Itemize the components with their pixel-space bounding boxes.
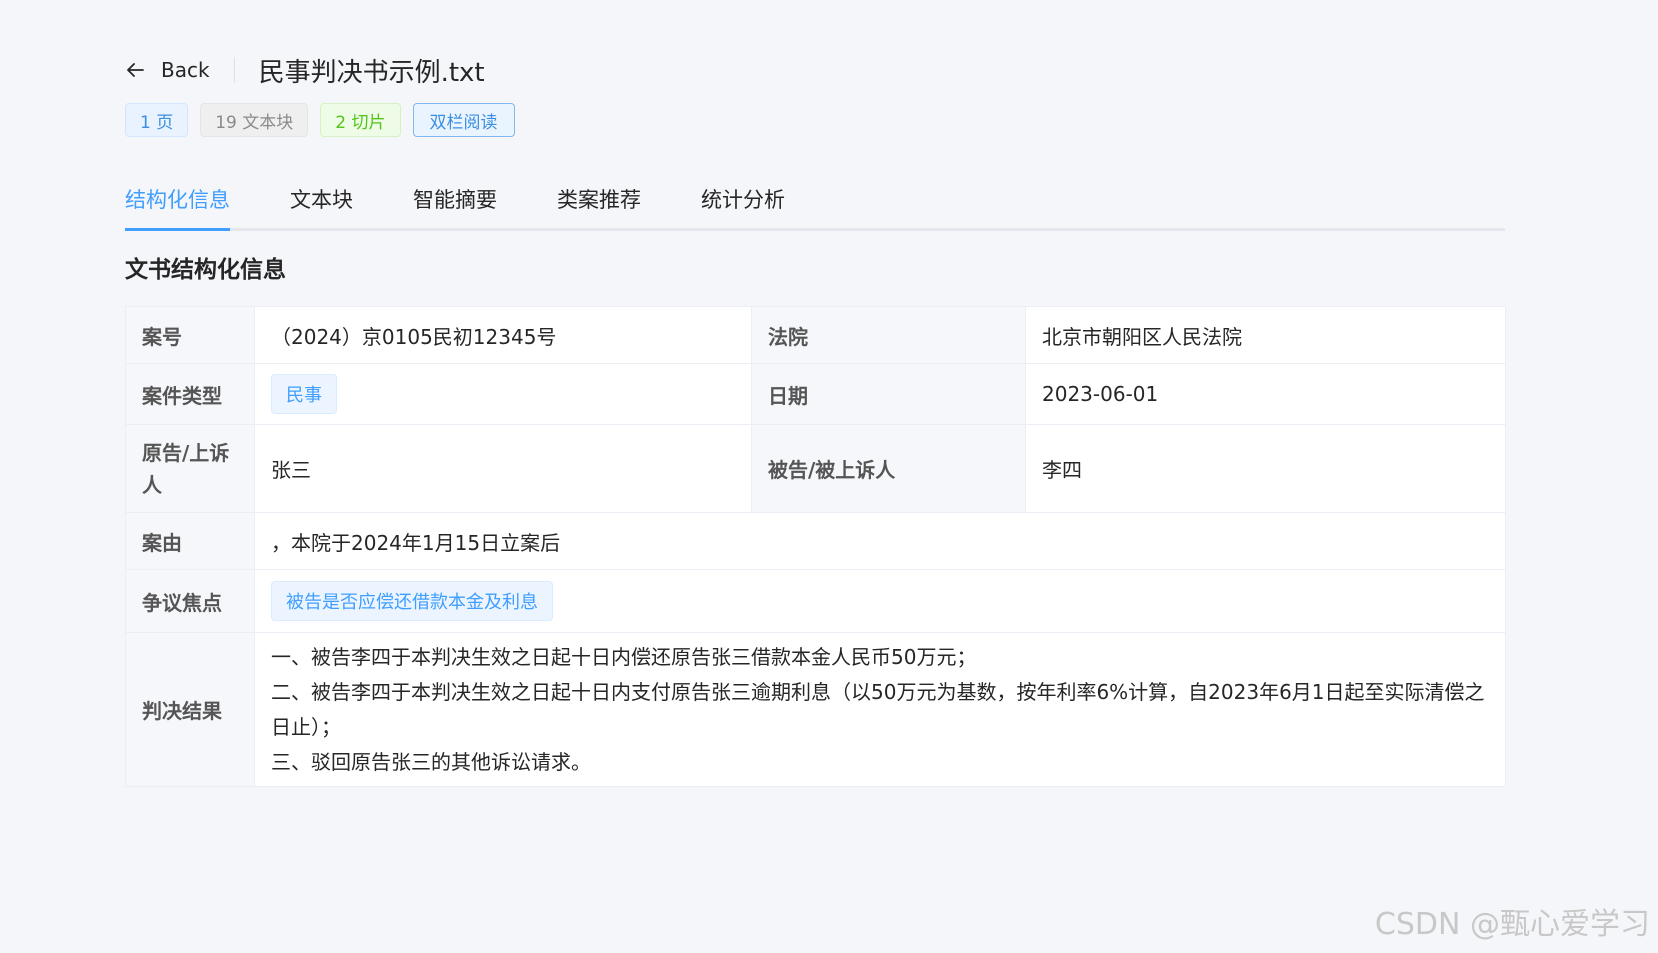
dispute-focus-label: 争议焦点	[125, 569, 255, 633]
judgement-item: 二、被告李四于本判决生效之日起十日内支付原告张三逾期利息（以50万元为基数，按年…	[271, 679, 1485, 739]
table-row: 案件类型 民事 日期 2023-06-01	[125, 363, 1506, 425]
document-tags: 1 页 19 文本块 2 切片 双栏阅读	[125, 103, 515, 137]
dispute-focus-tag: 被告是否应偿还借款本金及利息	[271, 581, 553, 621]
tab-smart-summary[interactable]: 智能摘要	[413, 180, 497, 228]
cause-value: ，本院于2024年1月15日立案后	[254, 512, 1506, 570]
table-row: 判决结果 一、被告李四于本判决生效之日起十日内偿还原告张三借款本金人民币50万元…	[125, 632, 1506, 787]
case-type-tag: 民事	[271, 374, 337, 414]
tab-text-blocks[interactable]: 文本块	[290, 180, 353, 228]
page-count-badge: 1 页	[125, 103, 189, 137]
cause-label: 案由	[125, 512, 255, 570]
case-number-value: （2024）京0105民初12345号	[254, 306, 752, 364]
document-title: 民事判决书示例.txt	[258, 57, 485, 88]
tab-structured-info[interactable]: 结构化信息	[125, 180, 230, 231]
table-row: 原告/上诉人 张三 被告/被上诉人 李四	[125, 424, 1506, 513]
court-label: 法院	[751, 306, 1026, 364]
table-row: 案号 （2024）京0105民初12345号 法院 北京市朝阳区人民法院	[125, 306, 1506, 364]
case-number-label: 案号	[125, 306, 255, 364]
tab-similar-cases[interactable]: 类案推荐	[557, 180, 641, 228]
defendant-label: 被告/被上诉人	[751, 424, 1026, 513]
back-label: Back	[161, 58, 210, 82]
date-label: 日期	[751, 363, 1026, 425]
defendant-value: 李四	[1025, 424, 1506, 513]
court-value: 北京市朝阳区人民法院	[1025, 306, 1506, 364]
judgement-item: 一、被告李四于本判决生效之日起十日内偿还原告张三借款本金人民币50万元；	[271, 644, 977, 669]
judgement-label: 判决结果	[125, 632, 255, 787]
date-value: 2023-06-01	[1025, 363, 1506, 425]
back-button[interactable]: Back	[125, 57, 235, 83]
tab-statistics[interactable]: 统计分析	[701, 180, 785, 228]
judgement-item: 三、驳回原告张三的其他诉讼请求。	[271, 749, 591, 774]
case-type-label: 案件类型	[125, 363, 255, 425]
section-title: 文书结构化信息	[125, 257, 286, 283]
structured-info-table: 案号 （2024）京0105民初12345号 法院 北京市朝阳区人民法院 案件类…	[125, 306, 1506, 787]
tab-bar: 结构化信息 文本块 智能摘要 类案推荐 统计分析	[125, 180, 1505, 231]
page-header: Back 民事判决书示例.txt	[125, 50, 485, 90]
case-type-cell: 民事	[254, 363, 752, 425]
arrow-left-icon	[127, 63, 144, 77]
dispute-focus-cell: 被告是否应偿还借款本金及利息	[254, 569, 1506, 633]
watermark: CSDN @甄心爱学习	[1374, 907, 1650, 942]
slice-count-badge: 2 切片	[320, 103, 401, 137]
judgement-value: 一、被告李四于本判决生效之日起十日内偿还原告张三借款本金人民币50万元； 二、被…	[254, 632, 1506, 787]
table-row: 案由 ，本院于2024年1月15日立案后	[125, 512, 1506, 570]
text-block-count-badge: 19 文本块	[200, 103, 309, 137]
plaintiff-value: 张三	[254, 424, 752, 513]
table-row: 争议焦点 被告是否应偿还借款本金及利息	[125, 569, 1506, 633]
dual-column-read-button[interactable]: 双栏阅读	[412, 103, 515, 137]
plaintiff-label: 原告/上诉人	[125, 424, 255, 513]
